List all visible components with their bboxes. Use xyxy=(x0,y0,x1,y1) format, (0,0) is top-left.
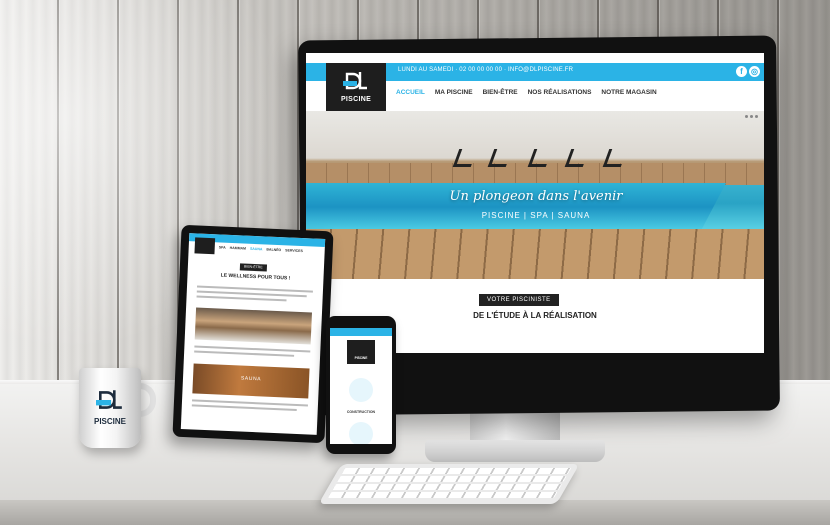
key-row xyxy=(337,476,567,482)
tablet-nav-item[interactable]: SAUNA xyxy=(250,247,263,252)
tablet-nav-item[interactable]: SPA xyxy=(219,245,226,249)
tablet-nav-item[interactable]: BALNÉO xyxy=(266,248,281,253)
tablet-nav-item[interactable]: SERVICES xyxy=(285,248,303,253)
hero-title: Un plongeon dans l'avenir xyxy=(449,189,623,204)
branded-mug: PISCINE xyxy=(79,368,141,448)
phone-logo[interactable]: PISCINE xyxy=(347,340,375,364)
hero-deck xyxy=(306,229,764,279)
sauna-image: SAUNA xyxy=(192,363,310,399)
tablet-screen: SPA HAMMAM SAUNA BALNÉO SERVICES BIEN-ÊT… xyxy=(180,233,326,435)
pool-icon xyxy=(349,378,373,402)
mug-text: PISCINE xyxy=(93,417,126,426)
facebook-icon[interactable]: f xyxy=(736,66,747,77)
section-badge: VOTRE PISCINISTE xyxy=(479,294,559,306)
monitor-stand-base xyxy=(425,440,605,462)
key-row xyxy=(327,492,558,498)
nav-item-bien-etre[interactable]: BIEN-ÊTRE xyxy=(483,89,518,103)
text-line xyxy=(194,350,295,357)
phone-topbar xyxy=(330,328,392,336)
nav-item-magasin[interactable]: NOTRE MAGASIN xyxy=(601,89,656,103)
topbar-info: LUNDI AU SAMEDI · 02 00 00 00 00 · INFO@… xyxy=(398,67,574,73)
tablet-device: SPA HAMMAM SAUNA BALNÉO SERVICES BIEN-ÊT… xyxy=(172,224,334,444)
site-logo[interactable]: PISCINE xyxy=(326,63,386,113)
slider-dot[interactable] xyxy=(755,115,758,118)
tablet-nav-item[interactable]: HAMMAM xyxy=(230,246,247,251)
monitor-screen: LUNDI AU SAMEDI · 02 00 00 00 00 · INFO@… xyxy=(306,53,764,353)
service-icon xyxy=(349,422,373,444)
spa-image xyxy=(194,307,312,345)
instagram-icon[interactable]: ◎ xyxy=(749,66,760,77)
dl-logo-icon xyxy=(343,72,367,90)
slider-dots[interactable] xyxy=(745,115,758,118)
tablet-nav: SPA HAMMAM SAUNA BALNÉO SERVICES xyxy=(219,245,303,253)
dl-logo-icon xyxy=(96,390,122,409)
slider-dot[interactable] xyxy=(750,115,753,118)
tablet-badge: BIEN-ÊTRE xyxy=(239,263,267,272)
slider-dot[interactable] xyxy=(745,115,748,118)
main-nav: ACCUEIL MA PISCINE BIEN-ÊTRE NOS RÉALISA… xyxy=(396,89,657,103)
nav-item-realisations[interactable]: NOS RÉALISATIONS xyxy=(528,89,592,103)
smartphone-device: PISCINE CONSTRUCTION xyxy=(326,316,396,454)
key-row xyxy=(341,468,572,474)
hero-banner: Un plongeon dans l'avenir PISCINE | SPA … xyxy=(306,111,764,279)
keyboard xyxy=(318,464,580,504)
nav-item-ma-piscine[interactable]: MA PISCINE xyxy=(435,89,473,103)
hero-subtitle: PISCINE | SPA | SAUNA xyxy=(481,211,591,220)
tablet-title: LE WELLNESS POUR TOUS ! xyxy=(220,272,291,282)
nav-item-accueil[interactable]: ACCUEIL xyxy=(396,89,425,103)
sauna-label: SAUNA xyxy=(240,375,262,383)
logo-text: PISCINE xyxy=(340,96,372,103)
section-title: DE L'ÉTUDE À LA RÉALISATION xyxy=(473,311,597,320)
phone-logo-text: PISCINE xyxy=(354,356,368,360)
text-line xyxy=(191,404,297,411)
text-line xyxy=(196,295,287,302)
tablet-logo[interactable] xyxy=(194,237,216,255)
phone-section-head: CONSTRUCTION xyxy=(346,410,376,414)
key-row xyxy=(332,484,562,490)
phone-screen: PISCINE CONSTRUCTION xyxy=(330,328,392,444)
